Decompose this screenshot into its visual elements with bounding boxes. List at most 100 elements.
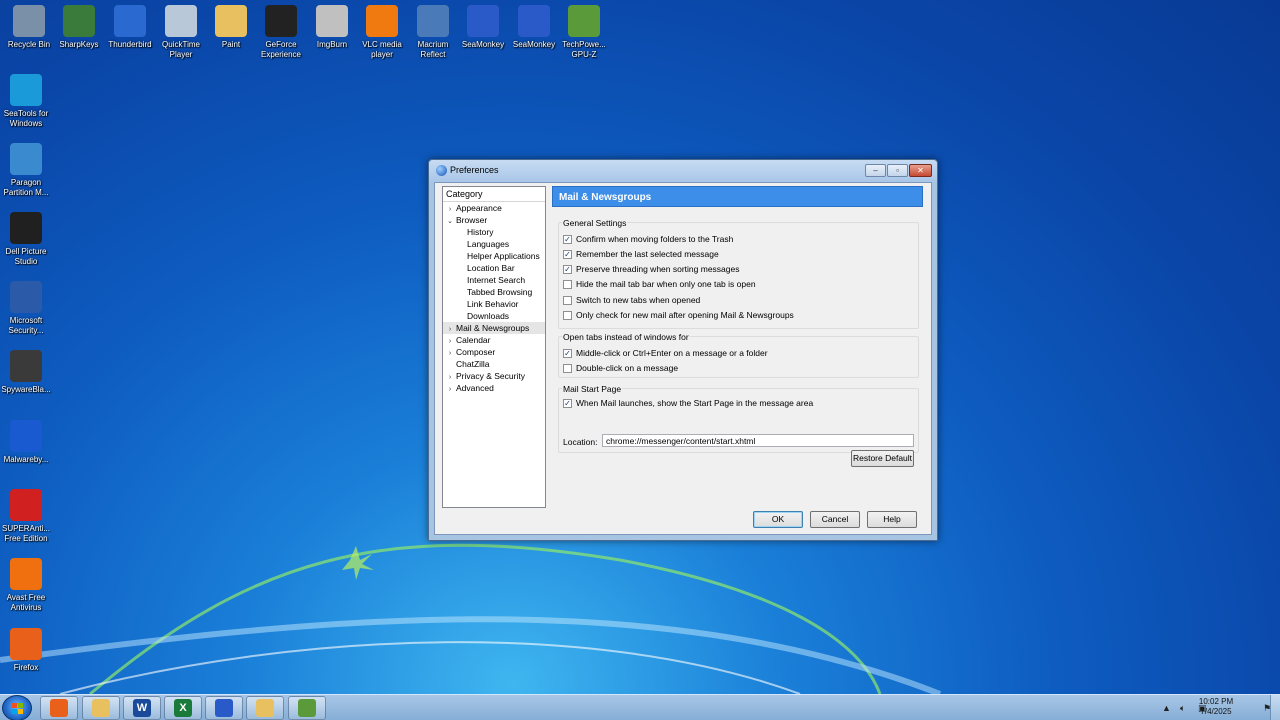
imgburn-icon [316, 5, 348, 37]
desktop-icon[interactable]: SeaMonkey [457, 5, 509, 50]
clock[interactable]: 10:02 PM 7/4/2025 [1196, 697, 1236, 717]
cancel-button[interactable]: Cancel [810, 511, 860, 528]
start-page-checkbox-row[interactable]: ✓ When Mail launches, show the Start Pag… [563, 397, 813, 409]
option-row[interactable]: ✓ Middle-click or Ctrl+Enter on a message… [563, 347, 768, 359]
gpuz-taskbar[interactable] [288, 696, 326, 720]
tree-item[interactable]: › Appearance [443, 202, 545, 214]
tree-item-label: History [467, 227, 494, 237]
checkbox[interactable] [563, 295, 572, 305]
desktop-icon-label: TechPowe... GPU-Z [562, 40, 606, 59]
show-desktop-button[interactable] [1270, 695, 1280, 720]
category-tree[interactable]: Category › Appearance ⌄ Browser History Langu… [442, 186, 546, 508]
ok-button[interactable]: OK [753, 511, 803, 528]
spywareblaster-icon [10, 350, 42, 382]
tree-item[interactable]: ⌄ Browser [443, 214, 545, 226]
tree-item[interactable]: Languages [443, 238, 545, 250]
tree-item[interactable]: › Calendar [443, 334, 545, 346]
checkbox[interactable] [563, 280, 572, 290]
help-button[interactable]: Help [867, 511, 917, 528]
desktop-icon[interactable]: Firefox [0, 628, 52, 673]
option-row[interactable]: Only check for new mail after opening Ma… [563, 310, 794, 322]
location-input[interactable]: chrome://messenger/content/start.xhtml [602, 434, 914, 447]
maximize-button[interactable]: ▫ [887, 164, 908, 177]
desktop-icon-label: Firefox [13, 663, 39, 672]
tree-item[interactable]: ChatZilla [443, 358, 545, 370]
desktop-icon-label: SeaMonkey [512, 40, 556, 49]
sharpkeys-icon [63, 5, 95, 37]
tree-item[interactable]: Link Behavior [443, 298, 545, 310]
desktop-icon[interactable]: SUPERAnti... Free Edition [0, 489, 52, 544]
malwarebytes-icon [10, 420, 42, 452]
vlc-icon [366, 5, 398, 37]
explorer-taskbar[interactable] [82, 696, 120, 720]
desktop-icon[interactable]: Avast Free Antivirus [0, 558, 52, 613]
option-row[interactable]: ✓ Confirm when moving folders to the Tras… [563, 233, 733, 245]
desktop-icon[interactable]: GeForce Experience [255, 5, 307, 60]
desktop-icon[interactable]: SharpKeys [53, 5, 105, 50]
option-row[interactable]: Hide the mail tab bar when only one tab … [563, 279, 756, 291]
desktop-icon[interactable]: Malwareby... [0, 420, 52, 465]
tree-item[interactable]: Tabbed Browsing [443, 286, 545, 298]
desktop-icon[interactable]: Macrium Reflect [407, 5, 459, 60]
checkbox-label: Middle-click or Ctrl+Enter on a message … [576, 347, 768, 358]
twisty-icon[interactable]: › [446, 384, 454, 396]
desktop-icon[interactable]: VLC media player [356, 5, 408, 60]
checkbox[interactable]: ✓ [563, 234, 572, 244]
checkbox[interactable]: ✓ [563, 249, 572, 259]
desktop-icon[interactable]: ImgBurn [306, 5, 358, 50]
checkbox[interactable]: ✓ [563, 265, 572, 275]
seamonkey-taskbar[interactable] [205, 696, 243, 720]
tree-item-label: Advanced [456, 383, 494, 393]
checkbox[interactable]: ✓ [563, 348, 572, 358]
option-row[interactable]: ✓ Preserve threading when sorting message… [563, 264, 739, 276]
dialog-titlebar[interactable]: Preferences – ▫ ✕ [429, 160, 937, 182]
tree-item[interactable]: Helper Applications [443, 250, 545, 262]
clock-time: 10:02 PM [1198, 697, 1234, 706]
desktop-icon[interactable]: Paint [205, 5, 257, 50]
desktop-icon[interactable]: SeaMonkey [508, 5, 560, 50]
word-taskbar[interactable]: W [123, 696, 161, 720]
checkbox[interactable] [563, 311, 572, 320]
start-button[interactable] [2, 695, 32, 720]
desktop-icon[interactable]: SpywareBla... [0, 350, 52, 395]
tree-item[interactable]: › Mail & Newsgroups [443, 322, 545, 334]
seamonkey-icon [215, 699, 233, 717]
desktop-icon[interactable]: Recycle Bin [3, 5, 55, 50]
tray-expand-icon[interactable]: ▲ [1162, 703, 1171, 713]
desktop-icon-label: VLC media player [362, 40, 402, 59]
tree-item-label: Helper Applications [467, 251, 540, 261]
desktop-icon-label: QuickTime Player [162, 40, 200, 59]
minimize-button[interactable]: – [865, 164, 886, 177]
excel-taskbar[interactable]: X [164, 696, 202, 720]
tree-item[interactable]: › Composer [443, 346, 545, 358]
option-row[interactable]: Switch to new tabs when opened [563, 294, 700, 306]
restore-default-button[interactable]: Restore Default [851, 450, 914, 467]
tree-item[interactable]: Downloads [443, 310, 545, 322]
desktop-icon[interactable]: Paragon Partition M... [0, 143, 52, 198]
tree-item-label: Link Behavior [467, 299, 519, 309]
desktop-icon[interactable]: Dell Picture Studio [0, 212, 52, 267]
volume-icon[interactable]: 🔈︎ [1180, 703, 1185, 714]
checkbox[interactable] [563, 363, 572, 373]
close-button[interactable]: ✕ [909, 164, 932, 177]
desktop-icon[interactable]: QuickTime Player [155, 5, 207, 60]
firefox-taskbar[interactable] [40, 696, 78, 720]
tree-item[interactable]: Location Bar [443, 262, 545, 274]
tree-item[interactable]: › Advanced [443, 382, 545, 394]
start-page-checkbox[interactable]: ✓ [563, 398, 572, 408]
desktop-icon[interactable]: Microsoft Security... [0, 281, 52, 336]
tree-item[interactable]: › Privacy & Security [443, 370, 545, 382]
option-row[interactable]: ✓ Remember the last selected message [563, 248, 719, 260]
system-tray: ▲ 🔈︎ ▣ ⚑ 10:02 PM 7/4/2025 [1150, 695, 1280, 720]
tree-item-label: Privacy & Security [456, 371, 525, 381]
tree-item[interactable]: History [443, 226, 545, 238]
desktop-icon-label: SeaTools for Windows [3, 109, 49, 128]
desktop-icon[interactable]: TechPowe... GPU-Z [558, 5, 610, 60]
desktop-icon-label: Paint [221, 40, 241, 49]
tree-item[interactable]: Internet Search [443, 274, 545, 286]
desktop-icon[interactable]: SeaTools for Windows [0, 74, 52, 129]
desktop-icon[interactable]: Thunderbird [104, 5, 156, 50]
paint-taskbar[interactable] [246, 696, 284, 720]
option-row[interactable]: Double-click on a message [563, 362, 678, 374]
macrium-icon [417, 5, 449, 37]
